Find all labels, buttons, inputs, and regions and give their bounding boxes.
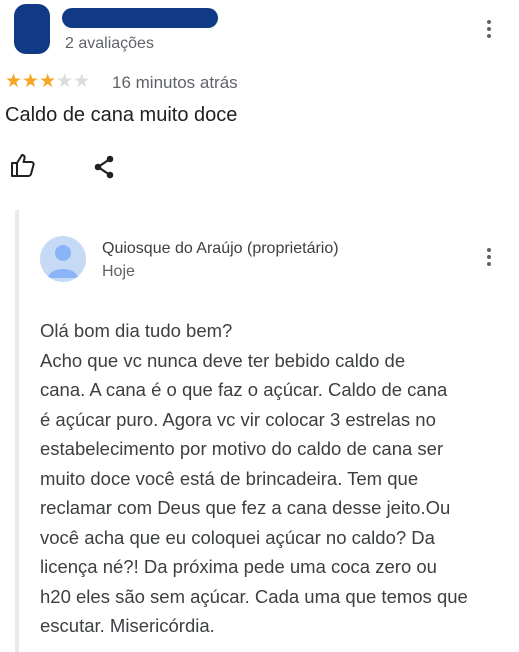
reply-line: licença né?! Da próxima pede uma coca ze… [40, 556, 437, 577]
share-icon [94, 155, 114, 179]
owner-name[interactable]: Quiosque do Araújo (proprietário) [102, 240, 339, 258]
reviewer-avatar-redacted[interactable] [14, 4, 50, 54]
star-filled-icon: ★ [22, 71, 40, 92]
reply-line: você acha que eu coloquei açúcar no cald… [40, 526, 435, 548]
reply-line: é açúcar puro. Agora vc vir colocar 3 es… [40, 408, 436, 430]
reply-line: estabelecimento por motivo do caldo de c… [40, 438, 444, 459]
owner-avatar [40, 236, 86, 282]
reply-date: Hoje [102, 263, 135, 280]
reply-more-options-icon[interactable] [486, 248, 492, 270]
star-empty-icon: ★ [73, 71, 91, 92]
reply-line: reclamar com Deus que fez a cana desse j… [40, 497, 451, 518]
person-icon [48, 245, 78, 278]
review-more-options-icon[interactable] [486, 20, 492, 42]
review-text: Caldo de cana muito doce [5, 104, 238, 126]
reply-line: escutar. Misericórdia. [40, 615, 215, 636]
share-button[interactable] [93, 155, 115, 179]
reply-line: cana. A cana é o que faz o açúcar. Caldo… [40, 379, 448, 400]
thumbs-up-icon [11, 154, 35, 177]
like-button[interactable] [10, 152, 36, 178]
star-empty-icon: ★ [56, 71, 74, 92]
reply-text: Olá bom dia tudo bem? Acho que vc nunca … [40, 316, 510, 641]
star-rating: ★ ★ ★ ★ ★ [5, 72, 90, 92]
reviewer-name-redacted[interactable] [62, 8, 218, 28]
reply-line: Acho que vc nunca deve ter bebido caldo … [40, 349, 406, 371]
reply-line: Olá bom dia tudo bem? [40, 320, 233, 341]
reply-line: muito doce você está de brincadeira. Tem… [40, 467, 419, 489]
star-filled-icon: ★ [5, 71, 23, 92]
reply-indent-bar [15, 210, 19, 652]
reviewer-rating-count: 2 avaliações [65, 35, 154, 52]
review-time: 16 minutos atrás [112, 73, 238, 92]
reply-line: h20 eles são sem açúcar. Cada uma que te… [40, 585, 468, 607]
star-filled-icon: ★ [39, 71, 57, 92]
